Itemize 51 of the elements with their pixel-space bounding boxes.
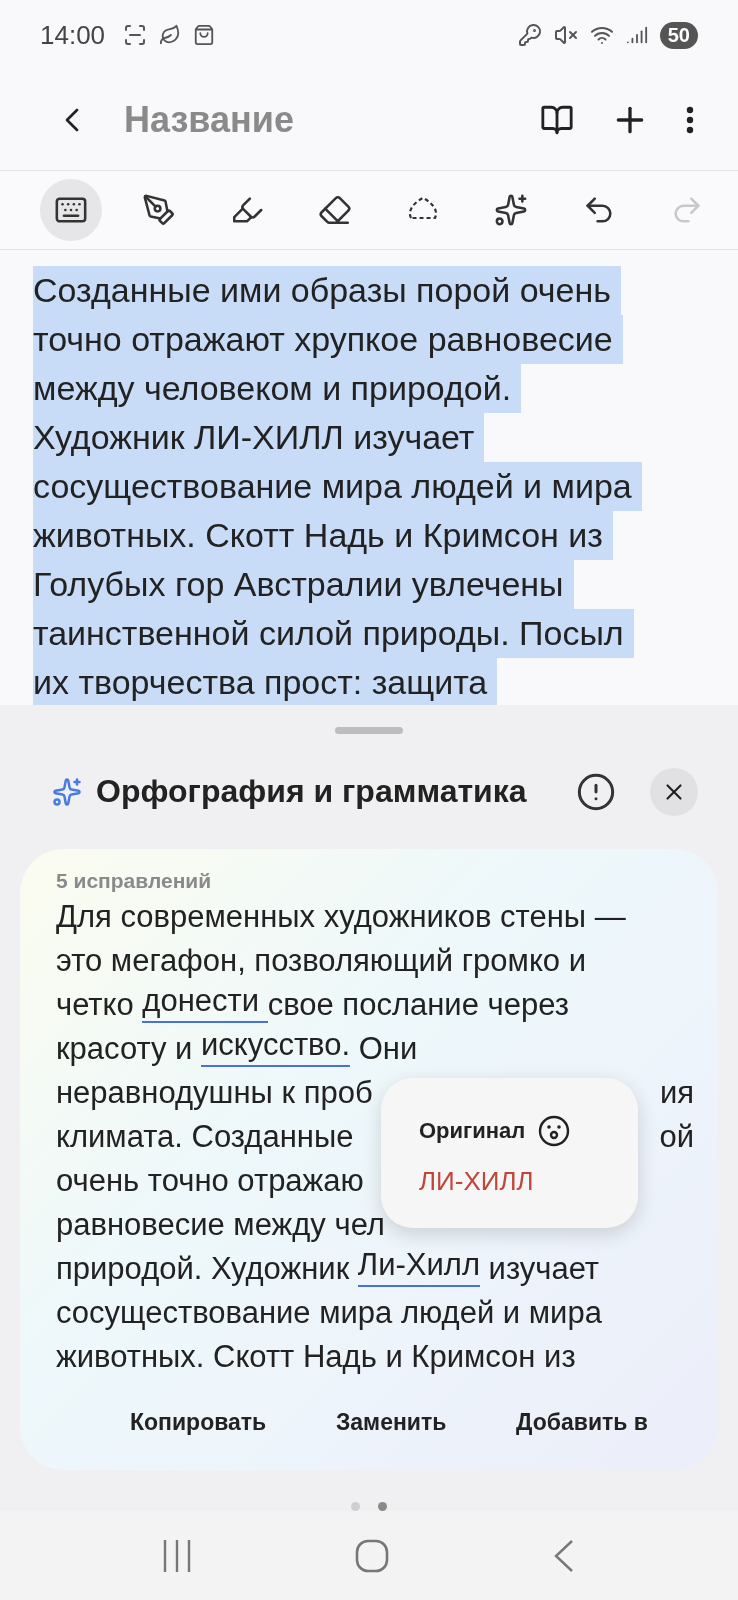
- corrected-word[interactable]: донести: [142, 983, 268, 1024]
- page-dot[interactable]: [378, 1502, 387, 1512]
- key-icon: [517, 23, 542, 47]
- mute-icon: [553, 23, 578, 47]
- original-text: ЛИ-ХИЛЛ: [419, 1166, 535, 1198]
- card-text: сосуществование мира людей и мира: [56, 1294, 602, 1333]
- card-text: четко: [56, 986, 135, 1025]
- sheet-title: Орфография и грамматика: [96, 773, 528, 810]
- recents-icon: [161, 1537, 192, 1574]
- battery-level: 50: [659, 21, 698, 49]
- more-icon: [686, 106, 694, 134]
- screenshot-icon: [123, 23, 148, 47]
- eraser-icon: [318, 193, 352, 227]
- bag-icon: [193, 24, 216, 46]
- info-button[interactable]: [576, 771, 616, 812]
- card-text: очень точно отражаю: [56, 1162, 364, 1201]
- card-text: равновесие между чел: [56, 1206, 385, 1245]
- action-button[interactable]: Копировать: [130, 1409, 267, 1437]
- signal-icon: [625, 24, 648, 46]
- recents-button[interactable]: [161, 1537, 192, 1574]
- corrected-word[interactable]: Ли-Хилл: [357, 1247, 480, 1288]
- status-time: 14:00: [40, 19, 106, 51]
- page-dot[interactable]: [351, 1502, 360, 1512]
- card-text: ия: [659, 1074, 694, 1113]
- ai-icon: [494, 193, 528, 227]
- sparkles-icon: [52, 776, 82, 807]
- corrected-word[interactable]: искусство.: [201, 1027, 351, 1068]
- action-button[interactable]: Добавить в: [516, 1409, 648, 1437]
- card-text: неравнодушны к проб: [56, 1074, 373, 1113]
- home-icon: [355, 1538, 389, 1573]
- card-text: климата. Созданные: [56, 1118, 354, 1157]
- close-button[interactable]: [650, 767, 698, 816]
- leaf-icon: [159, 24, 182, 46]
- drag-handle[interactable]: [335, 727, 403, 734]
- face-icon[interactable]: [537, 1114, 572, 1149]
- card-text: изучает: [487, 1250, 600, 1289]
- card-text: природой. Художник: [56, 1250, 351, 1289]
- card-text: ой: [659, 1118, 694, 1157]
- card-text: Они: [357, 1030, 418, 1069]
- home-button[interactable]: [355, 1538, 389, 1573]
- corrections-count: 5 исправлений: [56, 869, 213, 894]
- pen-icon: [142, 193, 176, 227]
- popup-title: Оригинал: [419, 1118, 526, 1145]
- card-text: красоту и: [56, 1030, 194, 1069]
- card-text: Для современных художников стены —: [56, 898, 626, 937]
- card-text: животных. Скотт Надь и Кримсон из: [56, 1338, 576, 1377]
- book-icon: [540, 103, 574, 137]
- card-text: это мегафон, позволяющий громко и: [56, 942, 586, 981]
- action-button[interactable]: Заменить: [335, 1409, 447, 1437]
- alert-icon: [576, 771, 616, 812]
- card-text: свое послание через: [267, 986, 569, 1025]
